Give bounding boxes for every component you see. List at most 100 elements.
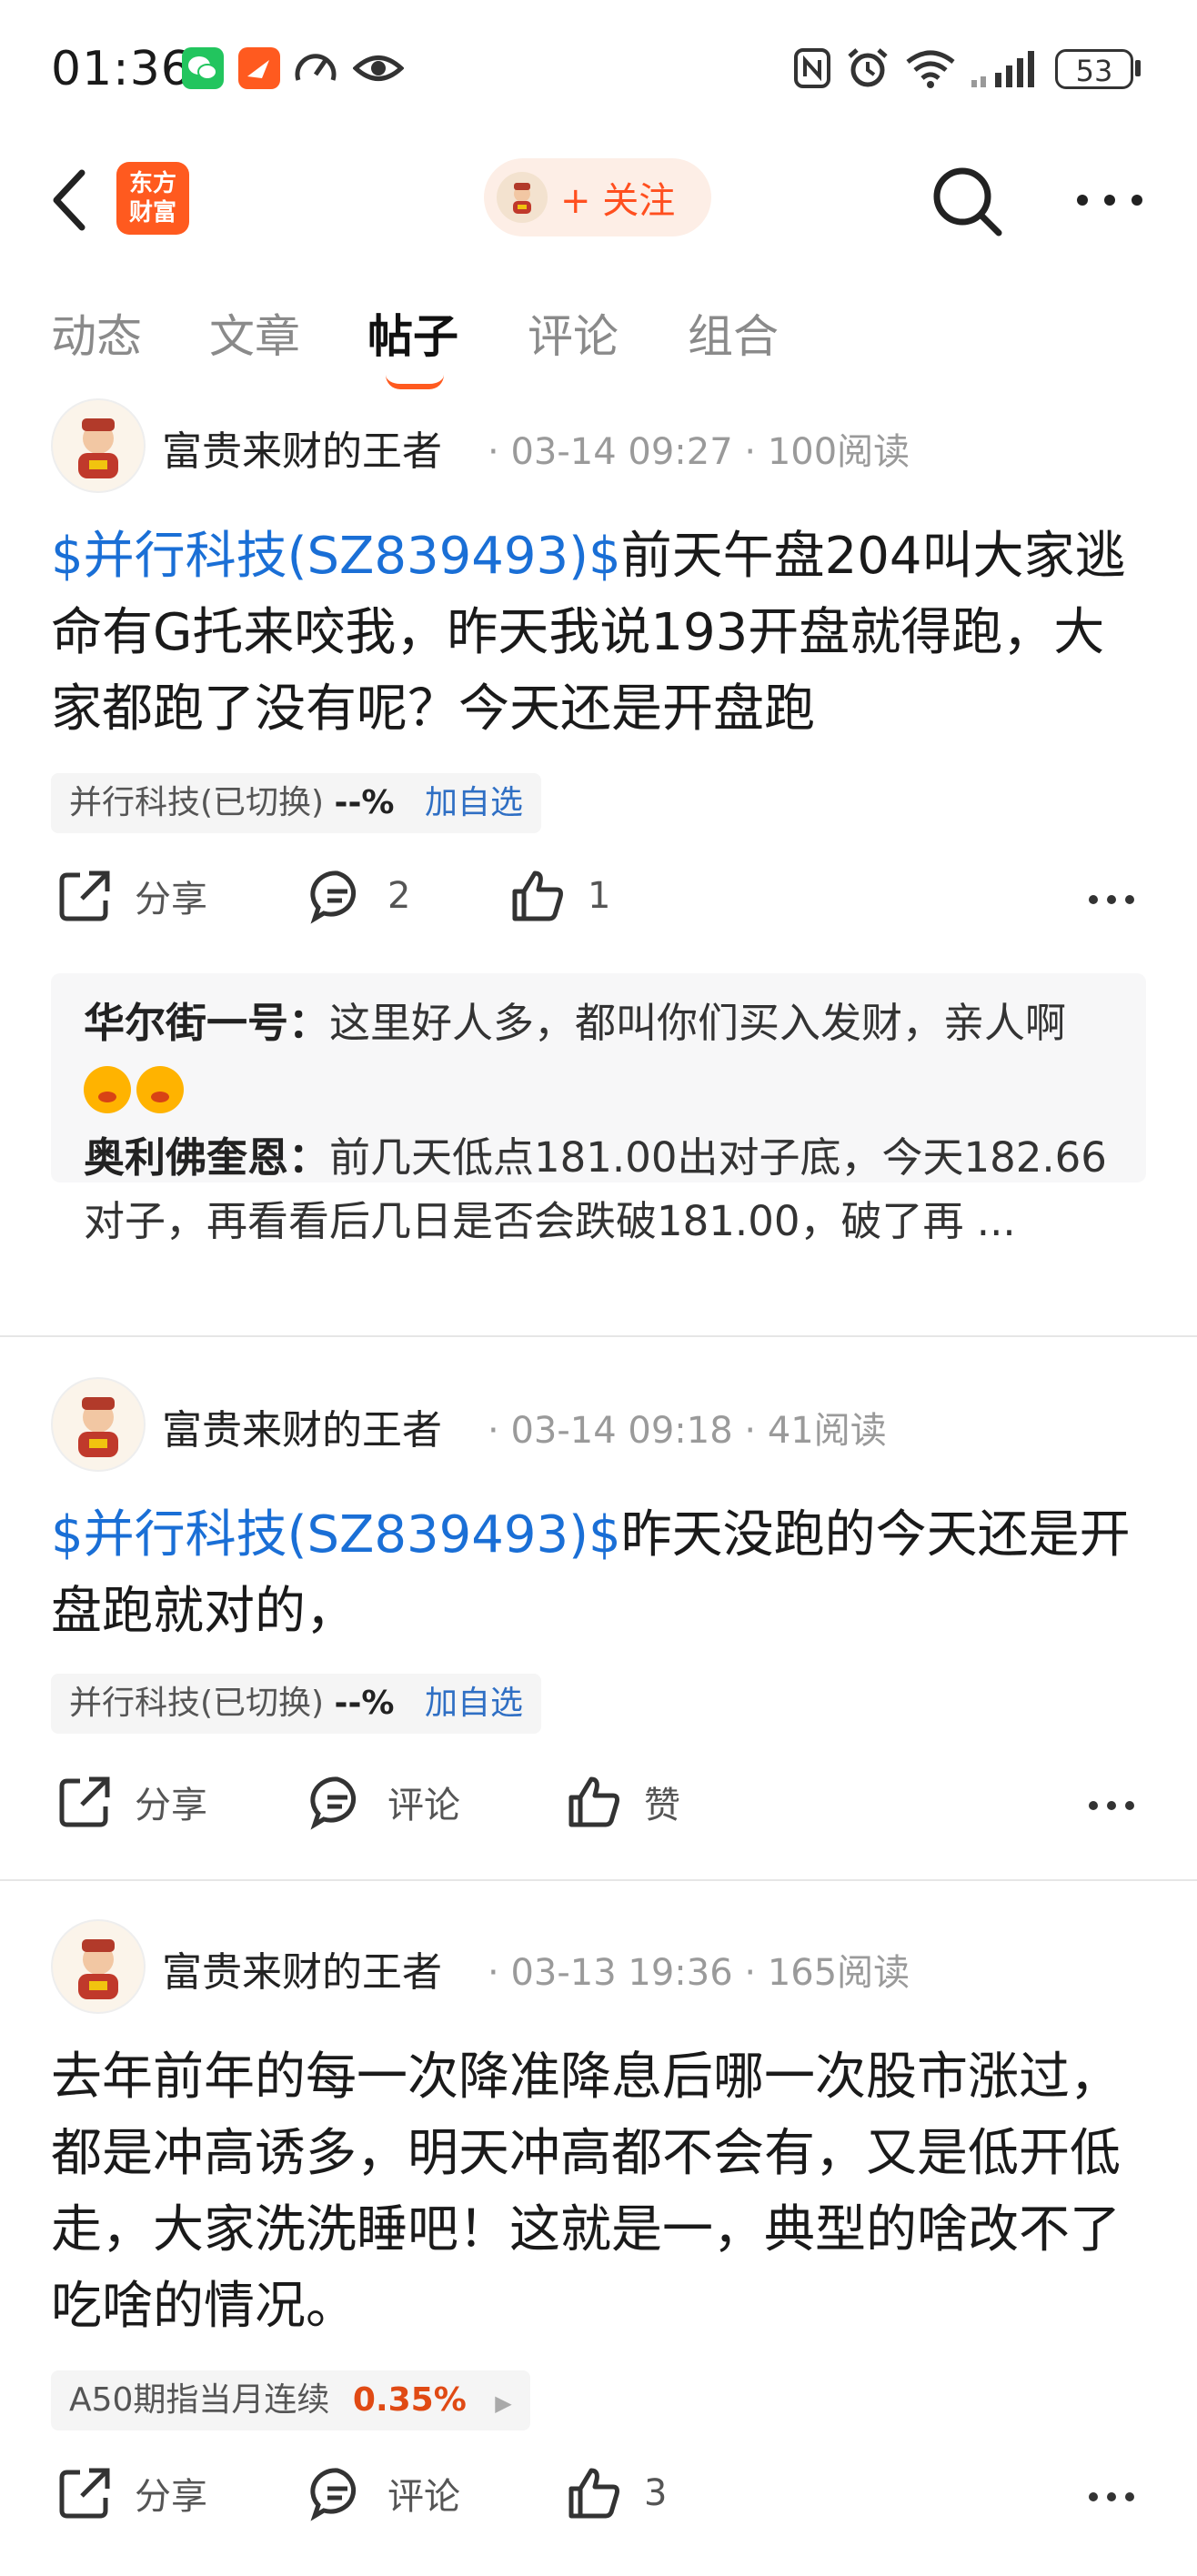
tab-posts[interactable]: 帖子: [367, 300, 458, 366]
back-arrow-icon[interactable]: [45, 164, 100, 236]
post-time: 03-14 09:27: [510, 431, 733, 473]
yawn-emoji-icon: [84, 1066, 131, 1113]
like-button[interactable]: 赞: [566, 1774, 680, 1830]
caishen-avatar-icon: [78, 1397, 118, 1457]
comment-button[interactable]: 2: [309, 868, 410, 924]
comment-icon: [310, 1776, 357, 1830]
comment-count: 2: [387, 875, 411, 917]
post-content[interactable]: $并行科技(SZ839493)$昨天没跑的今天还是开盘跑就对的，: [51, 1497, 1152, 1650]
status-time: 01:36: [51, 42, 192, 96]
active-tab-indicator: [386, 375, 444, 389]
post-author[interactable]: 富贵来财的王者: [162, 1939, 442, 1997]
like-button[interactable]: 3: [566, 2465, 667, 2521]
user-avatar-small: [497, 172, 548, 223]
post-meta: · 03-14 09:18 · 41阅读: [488, 1410, 887, 1452]
stock-tag[interactable]: 并行科技(已切换) --% 加自选: [51, 1674, 541, 1734]
app-notification-icon: [238, 47, 280, 89]
comment-icon: [310, 870, 357, 924]
thumbs-up-icon: [568, 1776, 619, 1827]
divider: [0, 1879, 1197, 1881]
battery-indicator: 53: [1055, 49, 1133, 89]
stock-tag-change: --%: [334, 1685, 395, 1722]
battery-tip: [1135, 60, 1141, 76]
futures-tag-name: A50期指当月连续: [69, 2381, 330, 2419]
post-actions: 分享 评论 赞: [0, 1774, 1197, 1846]
comment-user[interactable]: 华尔街一号：: [84, 999, 329, 1047]
caishen-avatar-icon: [78, 1939, 118, 1999]
post-meta: · 03-13 19:36 · 165阅读: [488, 1952, 910, 1994]
logo-text-bottom: 财富: [128, 199, 176, 226]
post-content[interactable]: $并行科技(SZ839493)$前天午盘204叫大家逃命有G托来咬我，昨天我说1…: [51, 518, 1152, 748]
comment-button[interactable]: 评论: [309, 1774, 460, 1830]
stock-link[interactable]: $并行科技(SZ839493)$: [51, 527, 621, 586]
post-time: 03-13 19:36: [510, 1952, 733, 1994]
share-label: 分享: [135, 879, 207, 921]
caishen-avatar-icon: [78, 418, 118, 478]
like-count: 1: [588, 875, 611, 917]
like-button[interactable]: 1: [509, 868, 610, 924]
wifi-icon: [906, 50, 955, 88]
share-button[interactable]: 分享: [56, 868, 207, 924]
post-author[interactable]: 富贵来财的王者: [162, 1397, 442, 1455]
stock-tag-change: --%: [334, 784, 395, 821]
post-actions: 分享 评论 3: [0, 2465, 1197, 2538]
search-icon[interactable]: [928, 162, 1004, 238]
divider: [0, 1335, 1197, 1337]
futures-tag-change: 0.35%: [352, 2381, 467, 2419]
stock-tag[interactable]: 并行科技(已切换) --% 加自选: [51, 773, 541, 833]
alarm-icon: [848, 48, 888, 87]
share-button[interactable]: 分享: [56, 1774, 207, 1830]
comment-label: 评论: [387, 2476, 460, 2518]
thumbs-up-icon: [512, 870, 563, 921]
share-button[interactable]: 分享: [56, 2465, 207, 2521]
post-reads: 41阅读: [767, 1410, 887, 1452]
signal-icon: [971, 51, 1034, 87]
comment-item[interactable]: 华尔街一号：这里好人多，都叫你们买入发财，亲人啊: [84, 991, 1113, 1119]
stock-tag-name: 并行科技(已切换): [69, 784, 325, 821]
like-label: 赞: [644, 1785, 680, 1826]
logo-text-top: 东方: [128, 170, 176, 197]
top-bar: 东方 财富 + 关注: [0, 146, 1197, 255]
comment-user[interactable]: 奥利佛奎恩：: [84, 1133, 329, 1182]
caret-right-icon: ▶: [495, 2390, 512, 2416]
tab-articles[interactable]: 文章: [209, 300, 300, 366]
avatar[interactable]: [51, 398, 146, 493]
comment-button[interactable]: 评论: [309, 2465, 460, 2521]
share-icon: [59, 1776, 110, 1827]
tab-dynamics[interactable]: 动态: [51, 300, 142, 366]
post-time: 03-14 09:18: [510, 1410, 733, 1452]
tab-comments[interactable]: 评论: [528, 300, 619, 366]
add-watchlist-button[interactable]: 加自选: [425, 784, 523, 821]
comment-label: 评论: [387, 1785, 460, 1826]
status-bar: 01:36 53: [0, 0, 1197, 136]
futures-tag[interactable]: A50期指当月连续 0.35% ▶: [51, 2370, 530, 2430]
post-author[interactable]: 富贵来财的王者: [162, 418, 442, 477]
stock-link[interactable]: $并行科技(SZ839493)$: [51, 1505, 621, 1565]
comment-item[interactable]: 奥利佛奎恩：前几天低点181.00出对子底，今天182.66对子，再看看后几日是…: [84, 1126, 1113, 1253]
yawn-emoji-icon: [136, 1066, 184, 1113]
eye-icon: [353, 55, 404, 81]
share-icon: [59, 2468, 110, 2519]
post-content[interactable]: 去年前年的每一次降准降息后哪一次股市涨过，都是冲高诱多，明天冲高都不会有，又是低…: [51, 2039, 1152, 2345]
comment-preview[interactable]: 华尔街一号：这里好人多，都叫你们买入发财，亲人啊 奥利佛奎恩：前几天低点181.…: [51, 973, 1146, 1245]
avatar[interactable]: [51, 1377, 146, 1472]
like-count: 3: [644, 2472, 668, 2514]
speed-gauge-icon: [295, 54, 337, 81]
post-more-icon[interactable]: [1088, 1799, 1135, 1812]
stock-tag-name: 并行科技(已切换): [69, 1685, 325, 1722]
more-options-icon[interactable]: [1073, 182, 1146, 218]
post-reads: 100阅读: [767, 431, 910, 473]
avatar[interactable]: [51, 1919, 146, 2014]
nfc-icon: [794, 48, 830, 88]
post-more-icon[interactable]: [1088, 893, 1135, 906]
comment-icon: [310, 2468, 357, 2521]
post-more-icon[interactable]: [1088, 2490, 1135, 2503]
thumbs-up-icon: [568, 2468, 619, 2519]
follow-button[interactable]: + 关注: [484, 158, 711, 236]
share-label: 分享: [135, 1785, 207, 1826]
post-meta: · 03-14 09:27 · 100阅读: [488, 431, 910, 473]
comment-text: 这里好人多，都叫你们买入发财，亲人啊: [329, 999, 1067, 1047]
post-reads: 165阅读: [767, 1952, 910, 1994]
tab-portfolio[interactable]: 组合: [688, 300, 779, 366]
add-watchlist-button[interactable]: 加自选: [425, 1685, 523, 1722]
